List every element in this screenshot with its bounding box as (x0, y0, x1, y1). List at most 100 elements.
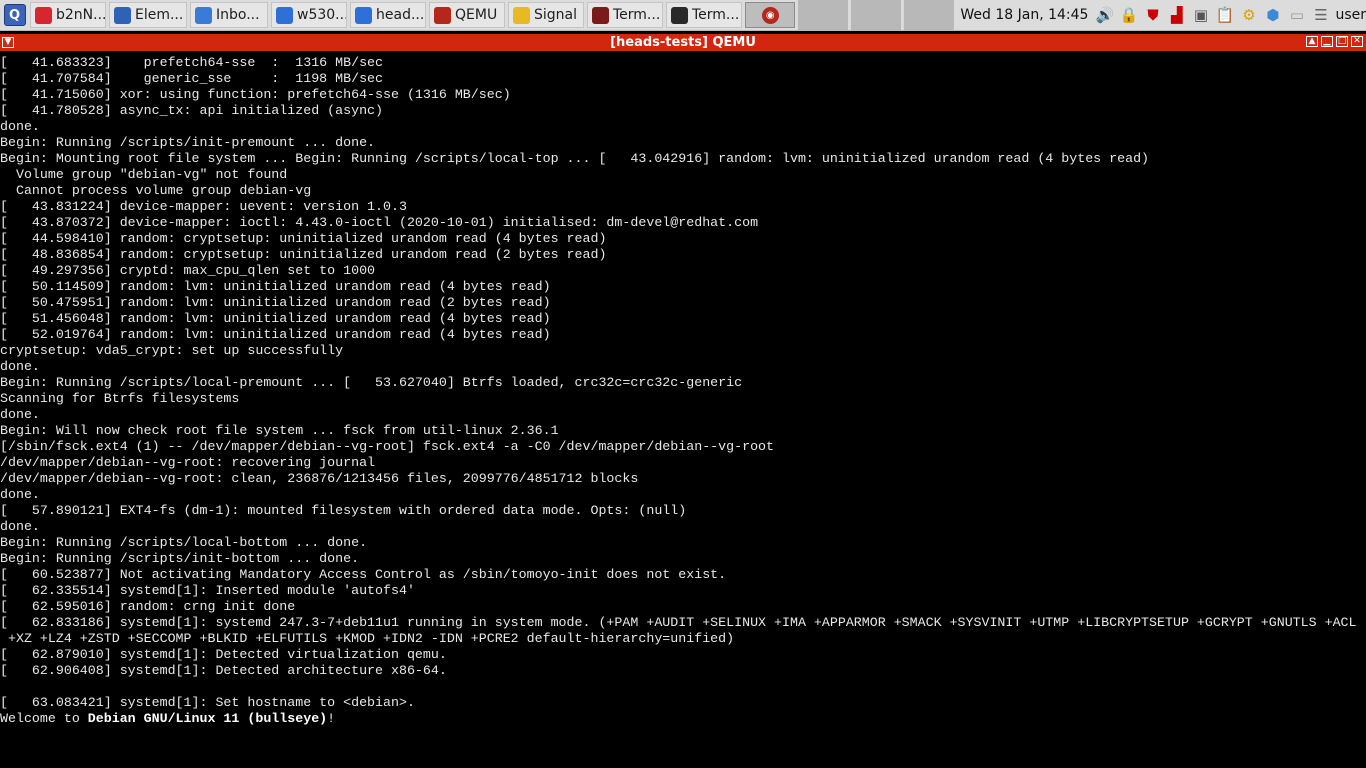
launcher-icon: Q (3, 4, 26, 26)
firefox-icon (355, 6, 372, 24)
console-line: [ 62.335514] systemd[1]: Inserted module… (0, 583, 415, 598)
console-line: Volume group "debian-vg" not found (0, 167, 288, 182)
console-line: [ 50.114509] random: lvm: uninitialized … (0, 279, 551, 294)
shade-button[interactable]: ▲ (1306, 36, 1318, 47)
user-menu[interactable]: user (1335, 7, 1366, 23)
workspace-1[interactable] (797, 0, 849, 30)
taskbar-task-5[interactable]: QEMU (429, 2, 505, 28)
window-menu-button[interactable]: ▼ (2, 37, 14, 48)
console-line: [ 62.906408] systemd[1]: Detected archit… (0, 663, 447, 678)
element-icon (114, 6, 131, 24)
console-line: Scanning for Btrfs filesystems (0, 391, 240, 406)
qemu-icon (434, 6, 451, 24)
taskbar-task-0[interactable]: b2nN... (30, 2, 106, 28)
console-line: Cannot process volume group debian-vg (0, 183, 312, 198)
signal-icon (513, 6, 530, 24)
app-launcher-button[interactable]: Q (2, 2, 27, 28)
taskbar-task-7[interactable]: Term... (587, 2, 663, 28)
console-line: [ 43.831224] device-mapper: uevent: vers… (0, 199, 407, 214)
console-line: done. (0, 487, 40, 502)
console-line: cryptsetup: vda5_crypt: set up successfu… (0, 343, 344, 358)
console-line: [ 60.523877] Not activating Mandatory Ac… (0, 567, 727, 582)
window-title: [heads-tests] QEMU (610, 35, 756, 50)
volume-icon[interactable]: 🔊 (1094, 4, 1115, 26)
taskbar-task-8[interactable]: Term... (666, 2, 742, 28)
mail-icon (195, 6, 212, 24)
console-line: [ 49.297356] cryptd: max_cpu_qlen set to… (0, 263, 376, 278)
task-label: Elem... (135, 7, 184, 23)
clipboard-icon[interactable]: 📋 (1214, 4, 1235, 26)
taskbar-task-4[interactable]: head... (350, 2, 426, 28)
workspace-3[interactable] (903, 0, 955, 30)
console-line: done. (0, 119, 40, 134)
console-line: Begin: Running /scripts/init-premount ..… (0, 135, 376, 150)
console-output: [ 41.683323] prefetch64-sse : 1316 MB/se… (0, 55, 1366, 711)
window-list-icon[interactable]: ☰ (1310, 4, 1331, 26)
qemu-icon: ◉ (761, 6, 779, 24)
taskbar-task-6[interactable]: Signal (508, 2, 584, 28)
task-label: Signal (534, 7, 578, 23)
console-line: Begin: Running /scripts/local-bottom ...… (0, 535, 368, 550)
console-line: +XZ +LZ4 +ZSTD +SECCOMP +BLKID +ELFUTILS… (0, 631, 735, 646)
console-line: [ 41.683323] prefetch64-sse : 1316 MB/se… (0, 55, 384, 70)
task-label: Inbo... (216, 7, 260, 23)
console-line: [ 51.456048] random: lvm: uninitialized … (0, 311, 551, 326)
shield-icon[interactable]: ⛊ (1142, 4, 1163, 26)
welcome-line: Welcome to Debian GNU/Linux 11 (bullseye… (0, 711, 1366, 727)
window-controls: ▲ ▁ □ ✕ (1306, 36, 1363, 47)
task-label: QEMU (455, 7, 498, 23)
taskbar-task-1[interactable]: Elem... (109, 2, 187, 28)
console-line: [ 62.833186] systemd[1]: systemd 247.3-7… (0, 615, 1357, 630)
console-line: /dev/mapper/debian--vg-root: clean, 2368… (0, 471, 639, 486)
lock-icon[interactable]: 🔒 (1118, 4, 1139, 26)
cube-icon[interactable]: ⬢ (1262, 4, 1283, 26)
console-line: done. (0, 519, 40, 534)
console-line: Begin: Will now check root file system .… (0, 423, 559, 438)
taskbar-task-2[interactable]: Inbo... (190, 2, 268, 28)
minimize-button[interactable]: ▁ (1321, 36, 1333, 47)
console-line: [ 62.595016] random: crng init done (0, 599, 296, 614)
console-line: [ 41.780528] async_tx: api initialized (… (0, 103, 384, 118)
welcome-suffix: ! (327, 711, 336, 726)
settings-gear-icon[interactable]: ⚙ (1238, 4, 1259, 26)
terminal-icon (671, 6, 688, 24)
system-tray: 🔊 🔒 ⛊ ▟ ▣ 📋 ⚙ ⬢ ▭ ☰ (1094, 4, 1331, 26)
console-line: [ 50.475951] random: lvm: uninitialized … (0, 295, 551, 310)
qemu-console[interactable]: [ 41.683323] prefetch64-sse : 1316 MB/se… (0, 55, 1366, 768)
firefox-icon (276, 6, 293, 24)
maximize-button[interactable]: □ (1336, 36, 1348, 47)
taskbar-task-3[interactable]: w530... (271, 2, 347, 28)
close-button[interactable]: ✕ (1351, 36, 1363, 47)
clock[interactable]: Wed 18 Jan, 14:45 (960, 7, 1088, 23)
welcome-os-name: Debian GNU/Linux 11 (bullseye) (87, 711, 328, 726)
console-line: [ 62.879010] systemd[1]: Detected virtua… (0, 647, 447, 662)
console-line: Begin: Mounting root file system ... Beg… (0, 151, 1150, 166)
console-line: [ 41.715060] xor: using function: prefet… (0, 87, 511, 102)
terminal-icon (592, 6, 609, 24)
console-line: [/sbin/fsck.ext4 (1) -- /dev/mapper/debi… (0, 439, 775, 454)
console-line: [ 48.836854] random: cryptsetup: uniniti… (0, 247, 607, 262)
task-label: head... (376, 7, 425, 23)
welcome-prefix: Welcome to (0, 711, 88, 726)
console-line: [ 57.890121] EXT4-fs (dm-1): mounted fil… (0, 503, 687, 518)
task-label: w530... (297, 7, 347, 23)
task-label: Term... (613, 7, 661, 23)
console-line: Begin: Running /scripts/init-bottom ... … (0, 551, 360, 566)
monitor-icon[interactable]: ▣ (1190, 4, 1211, 26)
console-line: done. (0, 407, 40, 422)
task-label: Term... (692, 7, 740, 23)
window-titlebar[interactable]: ▼ [heads-tests] QEMU ▲ ▁ □ ✕ (0, 34, 1366, 51)
console-line: [ 41.707584] generic_sse : 1198 MB/sec (0, 71, 384, 86)
network-signal-icon[interactable]: ▟ (1166, 4, 1187, 26)
blank-page-icon[interactable]: ▭ (1286, 4, 1307, 26)
document-icon (35, 6, 52, 24)
active-qemu-task[interactable]: ◉ (745, 2, 796, 28)
console-line: Begin: Running /scripts/local-premount .… (0, 375, 743, 390)
console-line: done. (0, 359, 40, 374)
console-line: [ 52.019764] random: lvm: uninitialized … (0, 327, 551, 342)
workspace-2[interactable] (850, 0, 902, 30)
taskbar: Q b2nN... Elem... Inbo... w530... head... QEM… (0, 0, 1366, 31)
console-line: [ 63.083421] systemd[1]: Set hostname to… (0, 695, 415, 710)
task-label: b2nN... (56, 7, 106, 23)
